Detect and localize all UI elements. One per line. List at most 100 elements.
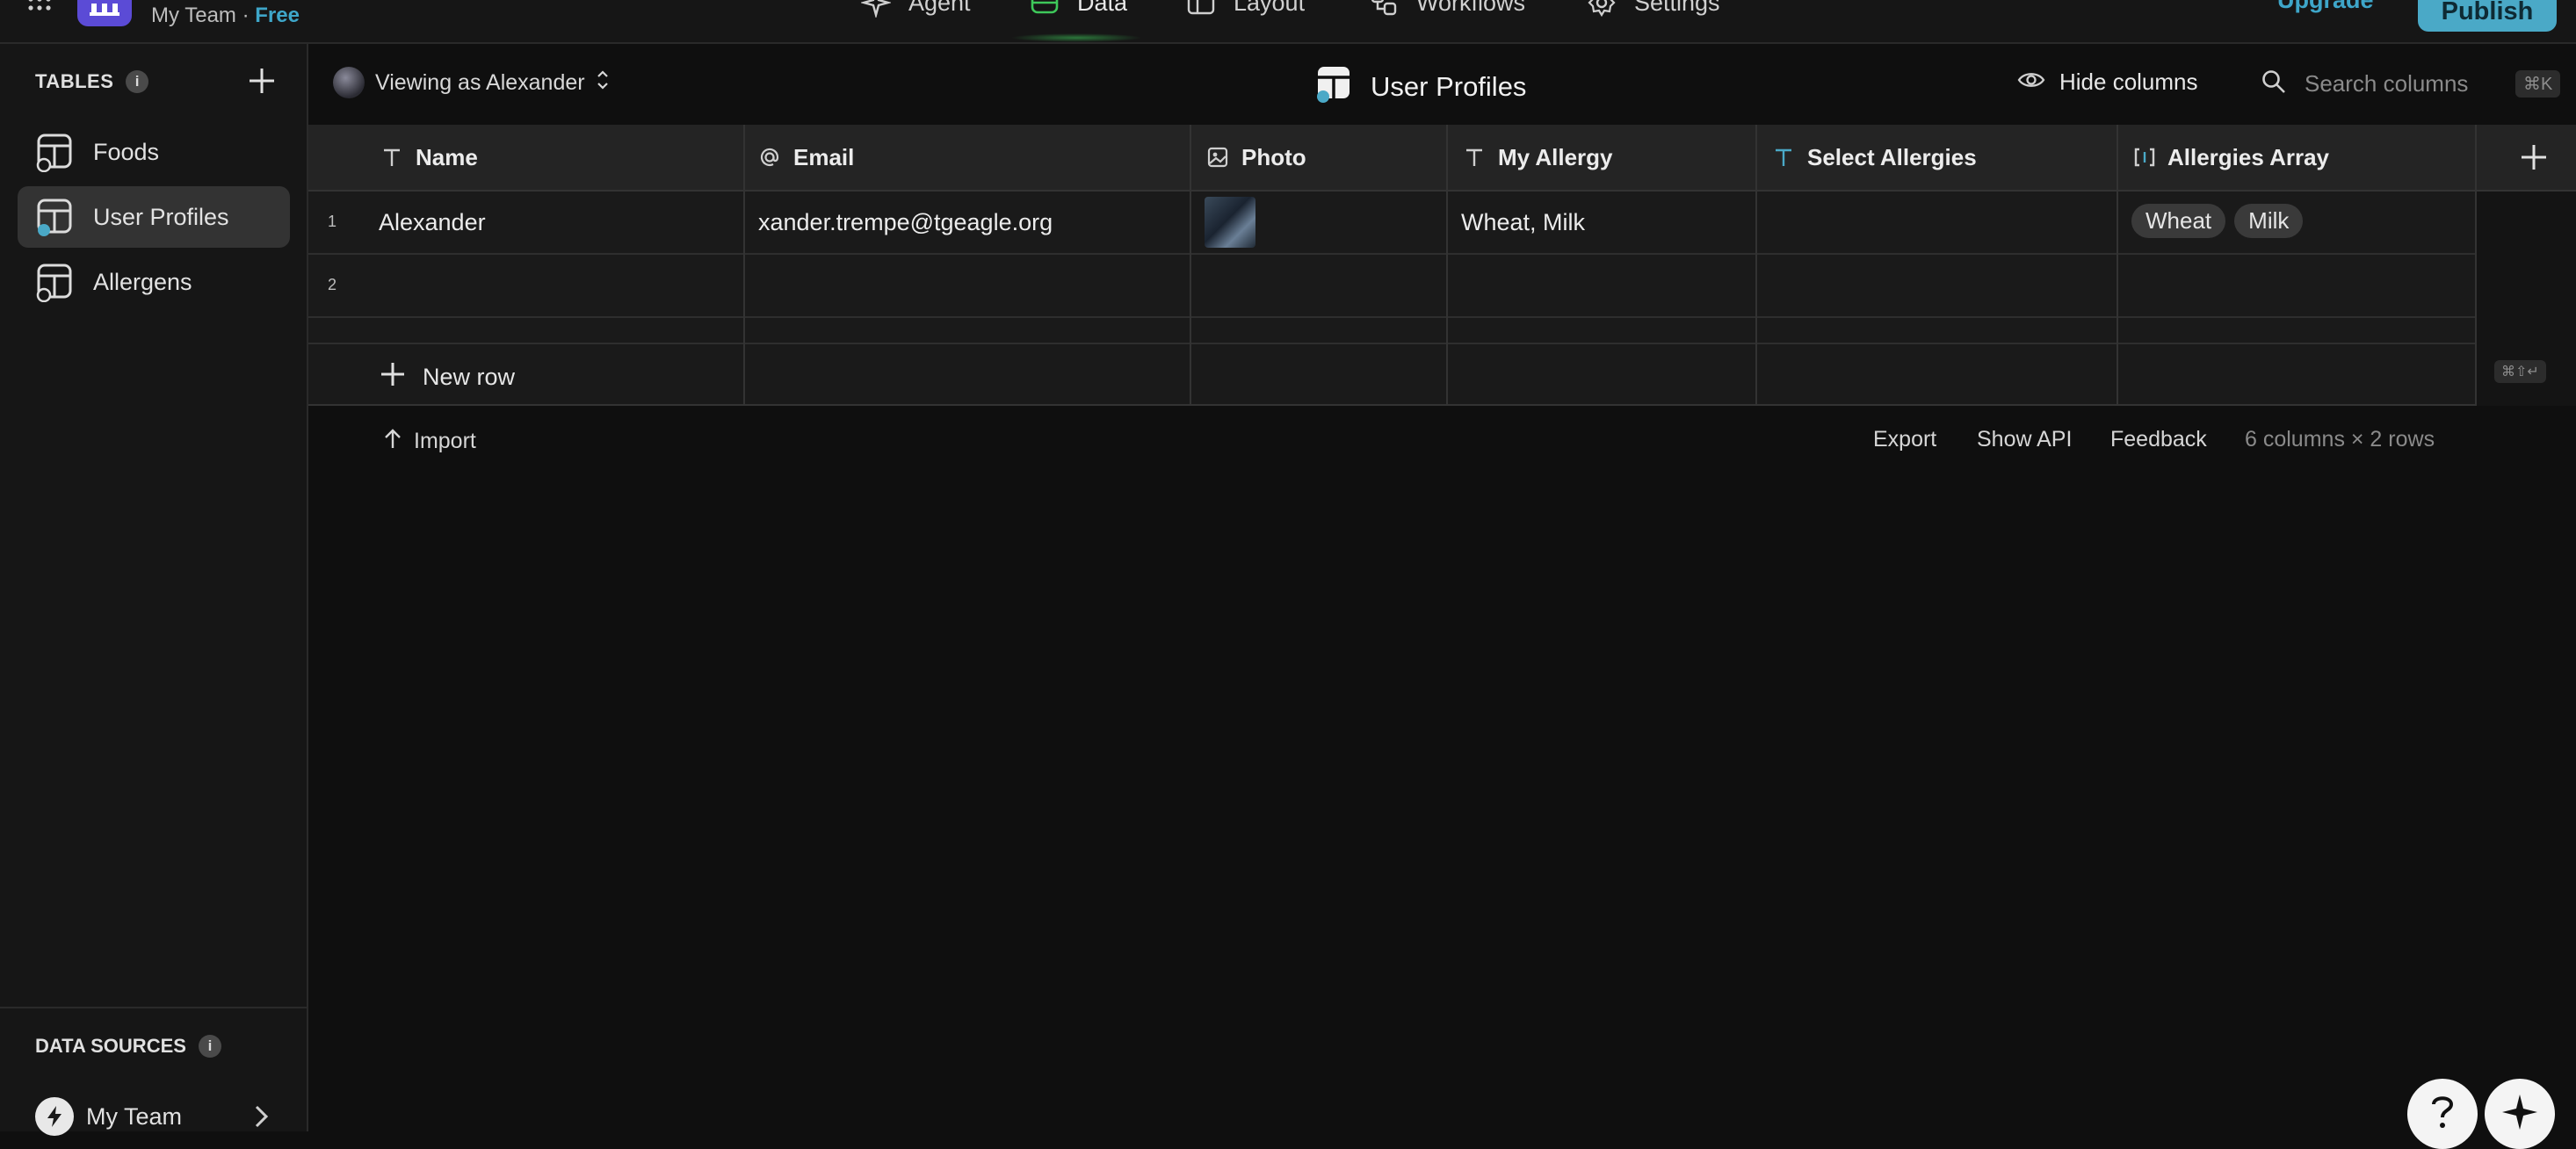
- hide-columns-label: Hide columns: [2059, 69, 2198, 95]
- cell-photo-thumbnail[interactable]: [1205, 197, 1255, 248]
- text-type-icon: [1463, 146, 1486, 169]
- row-number: 1: [328, 213, 337, 230]
- text-type-icon: [380, 146, 403, 169]
- nav-data-label: Data: [1077, 0, 1128, 16]
- export-link[interactable]: Export: [1873, 427, 1936, 452]
- import-button[interactable]: Import: [382, 427, 476, 456]
- nav-settings-label: Settings: [1634, 0, 1720, 16]
- nav-settings[interactable]: Settings: [1587, 0, 1720, 18]
- column-header-label: Allergies Array: [2167, 143, 2330, 170]
- column-header-label: Name: [416, 143, 478, 170]
- table-row-spacer: [308, 318, 2477, 344]
- import-label: Import: [414, 429, 476, 453]
- cell-name[interactable]: Alexander: [379, 209, 486, 236]
- sidebar-item-label: User Profiles: [93, 203, 229, 230]
- column-header-label: Photo: [1241, 143, 1306, 170]
- building-icon: [90, 4, 119, 16]
- cell-allergies-array[interactable]: Wheat Milk: [2131, 204, 2312, 238]
- data-sources-header-label: DATA SOURCES: [35, 1035, 186, 1057]
- column-header-my-allergy[interactable]: My Allergy: [1463, 125, 1613, 190]
- array-icon: [2132, 146, 2155, 169]
- table-toolbar: Viewing as Alexander User Profiles Hide …: [308, 44, 2576, 125]
- database-icon: [1030, 0, 1060, 18]
- column-header-allergies-array[interactable]: Allergies Array: [2132, 125, 2329, 190]
- column-header-name[interactable]: Name: [380, 125, 478, 190]
- nav-data[interactable]: Data: [1030, 0, 1127, 18]
- show-api-link[interactable]: Show API: [1977, 427, 2072, 452]
- table-footer: Import Export Show API Feedback 6 column…: [308, 427, 2576, 462]
- table-row[interactable]: 2: [308, 255, 2477, 318]
- tables-header-label: TABLES: [35, 70, 114, 92]
- column-header-label: Select Allergies: [1807, 143, 1977, 170]
- cell-my-allergy[interactable]: Wheat, Milk: [1461, 209, 1585, 236]
- info-icon[interactable]: i: [126, 70, 149, 93]
- table-header-row: Name Email Photo My Allergy Select Aller…: [308, 125, 2576, 192]
- sidebar-item-foods[interactable]: Foods: [18, 121, 290, 183]
- workflow-icon: [1369, 0, 1399, 18]
- column-header-select-allergies[interactable]: Select Allergies: [1772, 125, 1977, 190]
- ai-assistant-button[interactable]: [2485, 1079, 2555, 1149]
- at-sign-icon: [758, 146, 781, 169]
- data-sources-header: DATA SOURCES i: [35, 1035, 221, 1058]
- search-input[interactable]: [2303, 69, 2500, 98]
- table-icon: [35, 132, 76, 173]
- column-header-email[interactable]: Email: [758, 125, 854, 190]
- column-divider: [1755, 125, 1757, 404]
- updown-chevron-icon: [596, 69, 610, 98]
- top-bar: My Team · Free Agent Data Layout Workflo…: [0, 0, 2576, 44]
- nav-workflows-label: Workflows: [1416, 0, 1526, 16]
- add-column-icon[interactable]: [2515, 139, 2552, 176]
- sparkle-icon: [859, 0, 893, 19]
- column-divider: [2475, 125, 2477, 404]
- row-number: 2: [328, 276, 337, 293]
- help-button[interactable]: [2407, 1079, 2478, 1149]
- search-columns: ⌘K: [2261, 69, 2561, 99]
- table-title: User Profiles: [1371, 71, 1527, 102]
- data-source-my-team[interactable]: My Team: [35, 1095, 272, 1138]
- sidebar-item-user-profiles[interactable]: User Profiles: [18, 186, 290, 248]
- sidebar: TABLES i Foods User Profiles Allergens D…: [0, 44, 308, 1136]
- nav-layout[interactable]: Layout: [1186, 0, 1305, 18]
- table-row[interactable]: 1 Alexander xander.trempe@tgeagle.org Wh…: [308, 192, 2477, 255]
- avatar: [333, 67, 365, 98]
- new-row-button[interactable]: New row: [379, 360, 515, 394]
- publish-button[interactable]: Publish: [2418, 0, 2557, 32]
- app-logo[interactable]: [77, 0, 132, 26]
- column-divider: [2117, 125, 2118, 404]
- sparkle-icon: [2500, 1093, 2539, 1136]
- arrow-up-icon: [382, 427, 403, 456]
- tables-section-header: TABLES i: [35, 70, 149, 93]
- nav-workflows[interactable]: Workflows: [1369, 0, 1525, 18]
- nav-agent[interactable]: Agent: [859, 0, 971, 19]
- info-icon[interactable]: i: [198, 1035, 221, 1058]
- column-header-photo[interactable]: Photo: [1206, 125, 1306, 190]
- array-chip: Milk: [2234, 204, 2304, 238]
- active-tab-glow: [1010, 33, 1142, 42]
- team-separator: ·: [235, 4, 256, 27]
- viewing-as-label: Viewing as Alexander: [375, 69, 585, 95]
- upgrade-button[interactable]: Upgrade: [2272, 0, 2379, 15]
- cell-email[interactable]: xander.trempe@tgeagle.org: [758, 209, 1053, 236]
- search-shortcut: ⌘K: [2515, 70, 2561, 98]
- text-type-icon: [1772, 146, 1795, 169]
- image-icon: [1206, 146, 1229, 169]
- apps-grid-icon[interactable]: [26, 0, 53, 21]
- nav-layout-label: Layout: [1234, 0, 1306, 16]
- table-icon: [35, 197, 76, 237]
- array-chip: Wheat: [2131, 204, 2226, 238]
- plan-badge: Free: [255, 4, 300, 27]
- data-table: Name Email Photo My Allergy Select Aller…: [308, 125, 2576, 406]
- column-divider: [743, 125, 745, 404]
- team-plan-label: My Team · Free: [151, 4, 300, 28]
- add-table-icon[interactable]: [244, 63, 279, 98]
- viewing-as-selector[interactable]: Viewing as Alexander: [333, 67, 610, 98]
- table-stats: 6 columns × 2 rows: [2245, 427, 2435, 452]
- data-source-label: My Team: [86, 1102, 183, 1130]
- feedback-link[interactable]: Feedback: [2110, 427, 2207, 452]
- new-row-shortcut: ⌘⇧↵: [2494, 360, 2546, 383]
- sidebar-item-allergens[interactable]: Allergens: [18, 251, 290, 313]
- hide-columns-button[interactable]: Hide columns: [2017, 69, 2198, 96]
- search-icon: [2261, 69, 2287, 99]
- nav-agent-label: Agent: [908, 0, 971, 16]
- sidebar-item-label: Foods: [93, 138, 160, 165]
